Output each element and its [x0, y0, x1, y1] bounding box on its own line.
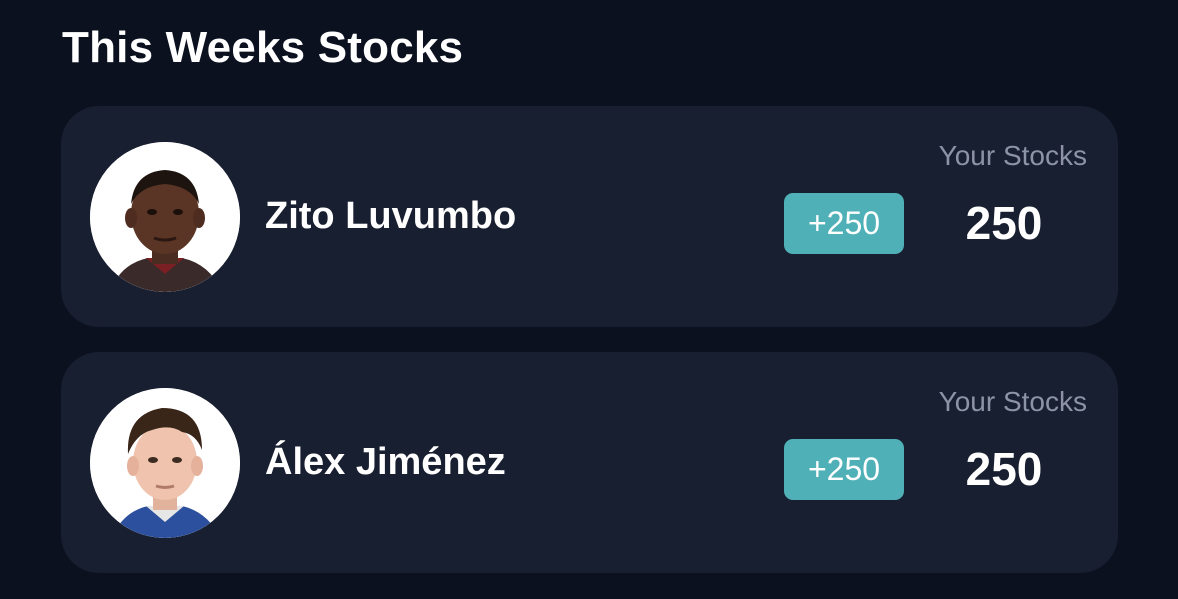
player-card[interactable]: Álex Jiménez Your Stocks +250 250	[61, 352, 1118, 573]
player-photo-icon	[90, 142, 240, 292]
player-photo-icon	[90, 388, 240, 538]
stock-count: 250	[965, 443, 1043, 495]
your-stocks-label: Your Stocks	[938, 386, 1087, 417]
player-name: Álex Jiménez	[265, 441, 506, 483]
section-title: This Weeks Stocks	[62, 23, 464, 72]
stock-change-badge: +250	[784, 193, 904, 254]
stock-change-badge: +250	[784, 439, 904, 500]
player-avatar	[90, 388, 240, 538]
player-name: Zito Luvumbo	[265, 195, 517, 237]
stock-count: 250	[965, 197, 1043, 249]
stocks-page: This Weeks Stocks Zito Luvumbo Your Stoc…	[0, 0, 1178, 599]
player-avatar	[90, 142, 240, 292]
player-card[interactable]: Zito Luvumbo Your Stocks +250 250	[61, 106, 1118, 327]
your-stocks-label: Your Stocks	[938, 140, 1087, 171]
